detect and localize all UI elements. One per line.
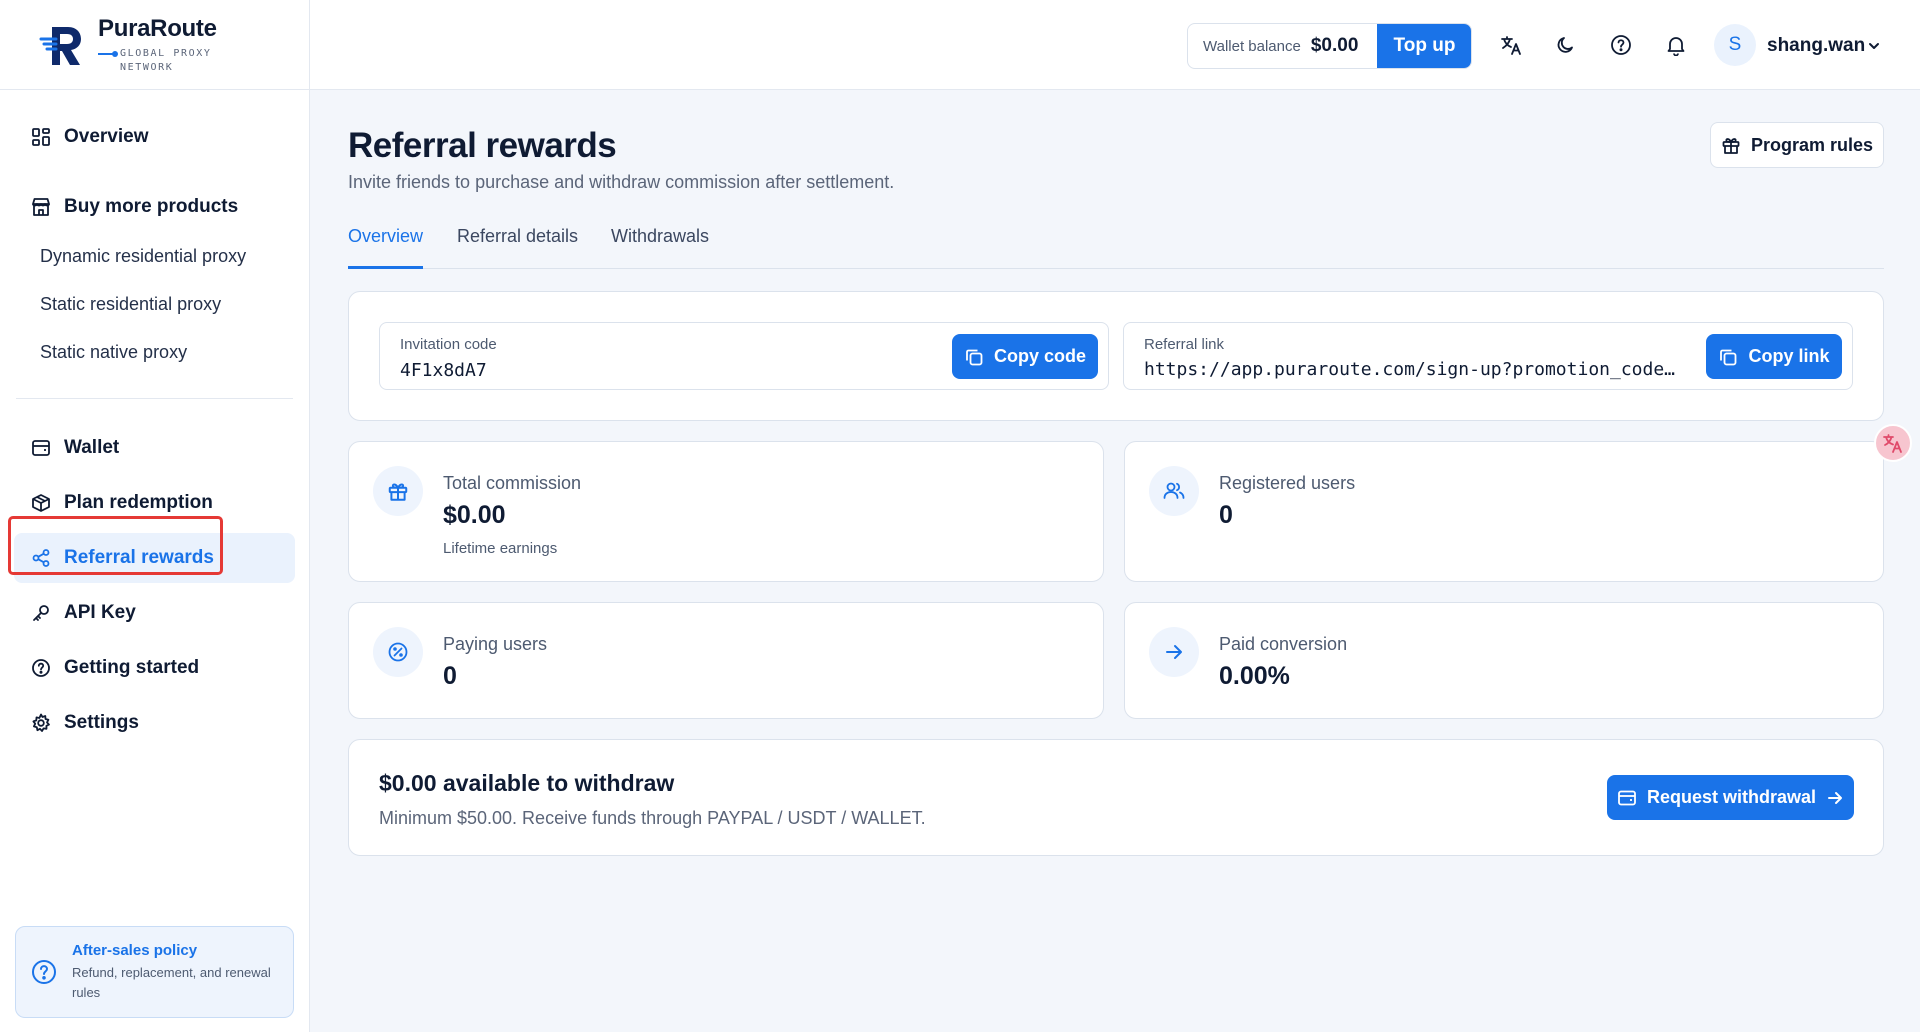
sidebar-item-overview[interactable]: Overview — [14, 112, 295, 162]
package-icon — [30, 492, 52, 514]
paying-users-card: Paying users 0 — [348, 602, 1104, 719]
translate-icon[interactable] — [1499, 33, 1523, 57]
sidebar-item-buy-more[interactable]: Buy more products — [14, 182, 295, 232]
brand[interactable]: PuraRoute GLOBAL PROXY NETWORK — [0, 0, 309, 90]
brand-tagline: GLOBAL PROXY NETWORK — [120, 47, 212, 73]
total-commission-card: Total commission $0.00 Lifetime earnings — [348, 441, 1104, 582]
share-icon — [30, 547, 52, 569]
help-circle-icon — [32, 960, 56, 984]
gear-icon — [30, 712, 52, 734]
after-sales-policy-card[interactable]: After-sales policy Refund, replacement, … — [15, 926, 294, 1018]
arrow-right-icon — [1828, 791, 1843, 804]
dark-mode-moon-icon[interactable] — [1554, 33, 1578, 57]
wallet-balance-label: Wallet balance — [1203, 37, 1301, 55]
copy-code-label: Copy code — [993, 346, 1086, 366]
floating-translate-icon[interactable] — [1874, 424, 1912, 462]
sidebar-item-getting-started[interactable]: Getting started — [14, 643, 295, 693]
brand-line-decoration — [98, 50, 118, 57]
total-commission-value: $0.00 — [443, 501, 506, 529]
wallet-balance-widget: Wallet balance $0.00 Top up — [1187, 23, 1472, 69]
sidebar-item-wallet[interactable]: Wallet — [14, 423, 295, 473]
tab-withdrawals[interactable]: Withdrawals — [611, 226, 709, 269]
sidebar-item-label: Overview — [64, 126, 149, 147]
request-withdrawal-label: Request withdrawal — [1646, 787, 1817, 807]
policy-description: Refund, replacement, and renewal rules — [72, 964, 271, 1000]
stat-label: Registered users — [1219, 473, 1356, 493]
copy-icon — [966, 349, 983, 365]
wallet-icon — [1618, 790, 1636, 805]
paid-conversion-card: Paid conversion 0.00% — [1124, 602, 1884, 719]
paying-users-value: 0 — [443, 662, 457, 690]
sidebar-item-settings[interactable]: Settings — [14, 698, 295, 748]
referral-link-value[interactable]: https://app.puraroute.com/sign-up?promot… — [1144, 359, 1684, 380]
users-icon — [1149, 466, 1199, 516]
brand-name: PuraRoute — [98, 14, 217, 42]
sidebar-item-api-key[interactable]: API Key — [14, 588, 295, 638]
sidebar-item-label: Referral rewards — [64, 547, 214, 568]
arrow-right-icon — [1149, 627, 1199, 677]
copy-link-button[interactable]: Copy link — [1706, 334, 1842, 379]
puraroute-logo-icon — [39, 26, 81, 65]
gift-icon — [1722, 138, 1740, 154]
program-rules-button[interactable]: Program rules — [1710, 122, 1884, 168]
wallet-balance-value: $0.00 — [1310, 35, 1359, 56]
sidebar: PuraRoute GLOBAL PROXY NETWORK Overview … — [0, 0, 310, 1032]
sidebar-item-label: API Key — [64, 602, 136, 623]
tab-referral-details[interactable]: Referral details — [457, 226, 578, 269]
withdraw-description: Minimum $50.00. Receive funds through PA… — [379, 808, 926, 828]
registered-users-value: 0 — [1219, 501, 1233, 529]
sidebar-item-label: Settings — [64, 712, 139, 733]
sidebar-item-label: Getting started — [64, 657, 200, 678]
bell-icon[interactable] — [1664, 33, 1688, 57]
invitation-code-value[interactable]: 4F1x8dA7 — [400, 360, 900, 381]
page-title: Referral rewards — [348, 126, 617, 165]
sidebar-item-static-native-proxy[interactable]: Static native proxy — [14, 328, 295, 376]
sidebar-item-static-residential-proxy[interactable]: Static residential proxy — [14, 280, 295, 328]
stat-note: Lifetime earnings — [443, 540, 558, 557]
program-rules-label: Program rules — [1750, 134, 1874, 155]
referral-link-label: Referral link — [1144, 336, 1225, 353]
help-circle-icon[interactable] — [1609, 33, 1633, 57]
top-header: Wallet balance $0.00 Top up S shang.wan — [310, 0, 1920, 90]
stat-label: Total commission — [443, 473, 582, 493]
sidebar-item-label: Buy more products — [64, 196, 239, 217]
invitation-code-label: Invitation code — [400, 336, 497, 353]
sidebar-item-label: Wallet — [64, 437, 120, 458]
request-withdrawal-button[interactable]: Request withdrawal — [1607, 775, 1854, 820]
top-up-button[interactable]: Top up — [1377, 24, 1471, 68]
percent-badge-icon — [373, 627, 423, 677]
registered-users-card: Registered users 0 — [1124, 441, 1884, 582]
stat-label: Paying users — [443, 634, 548, 654]
username[interactable]: shang.wan — [1767, 35, 1865, 57]
wallet-icon — [30, 437, 52, 459]
invite-card: Invitation code 4F1x8dA7 Copy code Refer… — [348, 291, 1884, 421]
sidebar-item-referral-rewards[interactable]: Referral rewards — [14, 533, 295, 583]
sidebar-item-plan-redemption[interactable]: Plan redemption — [14, 478, 295, 528]
store-icon — [30, 196, 52, 218]
sidebar-item-dynamic-residential-proxy[interactable]: Dynamic residential proxy — [14, 232, 295, 280]
avatar[interactable]: S — [1714, 24, 1756, 66]
copy-code-button[interactable]: Copy code — [952, 334, 1098, 379]
policy-title: After-sales policy — [72, 941, 198, 959]
paid-conversion-value: 0.00% — [1219, 662, 1290, 690]
page-subtitle: Invite friends to purchase and withdraw … — [348, 172, 895, 192]
withdraw-card: $0.00 available to withdraw Minimum $50.… — [348, 739, 1884, 856]
invitation-code-box: Invitation code 4F1x8dA7 Copy code — [379, 322, 1109, 390]
stat-label: Paid conversion — [1219, 634, 1348, 654]
tab-bar: Overview Referral details Withdrawals — [348, 226, 1884, 269]
copy-icon — [1720, 349, 1737, 365]
grid-icon — [30, 126, 52, 148]
sidebar-divider — [16, 398, 293, 399]
key-icon — [30, 602, 52, 624]
gift-icon — [373, 466, 423, 516]
withdraw-available-title: $0.00 available to withdraw — [379, 770, 675, 796]
tab-overview[interactable]: Overview — [348, 226, 424, 269]
chevron-down-icon[interactable] — [1866, 38, 1882, 54]
help-circle-icon — [30, 657, 52, 679]
referral-link-box: Referral link https://app.puraroute.com/… — [1123, 322, 1853, 390]
sidebar-nav: Overview Buy more products Dynamic resid… — [0, 90, 309, 748]
sidebar-item-label: Plan redemption — [64, 492, 213, 513]
copy-link-label: Copy link — [1748, 346, 1830, 366]
